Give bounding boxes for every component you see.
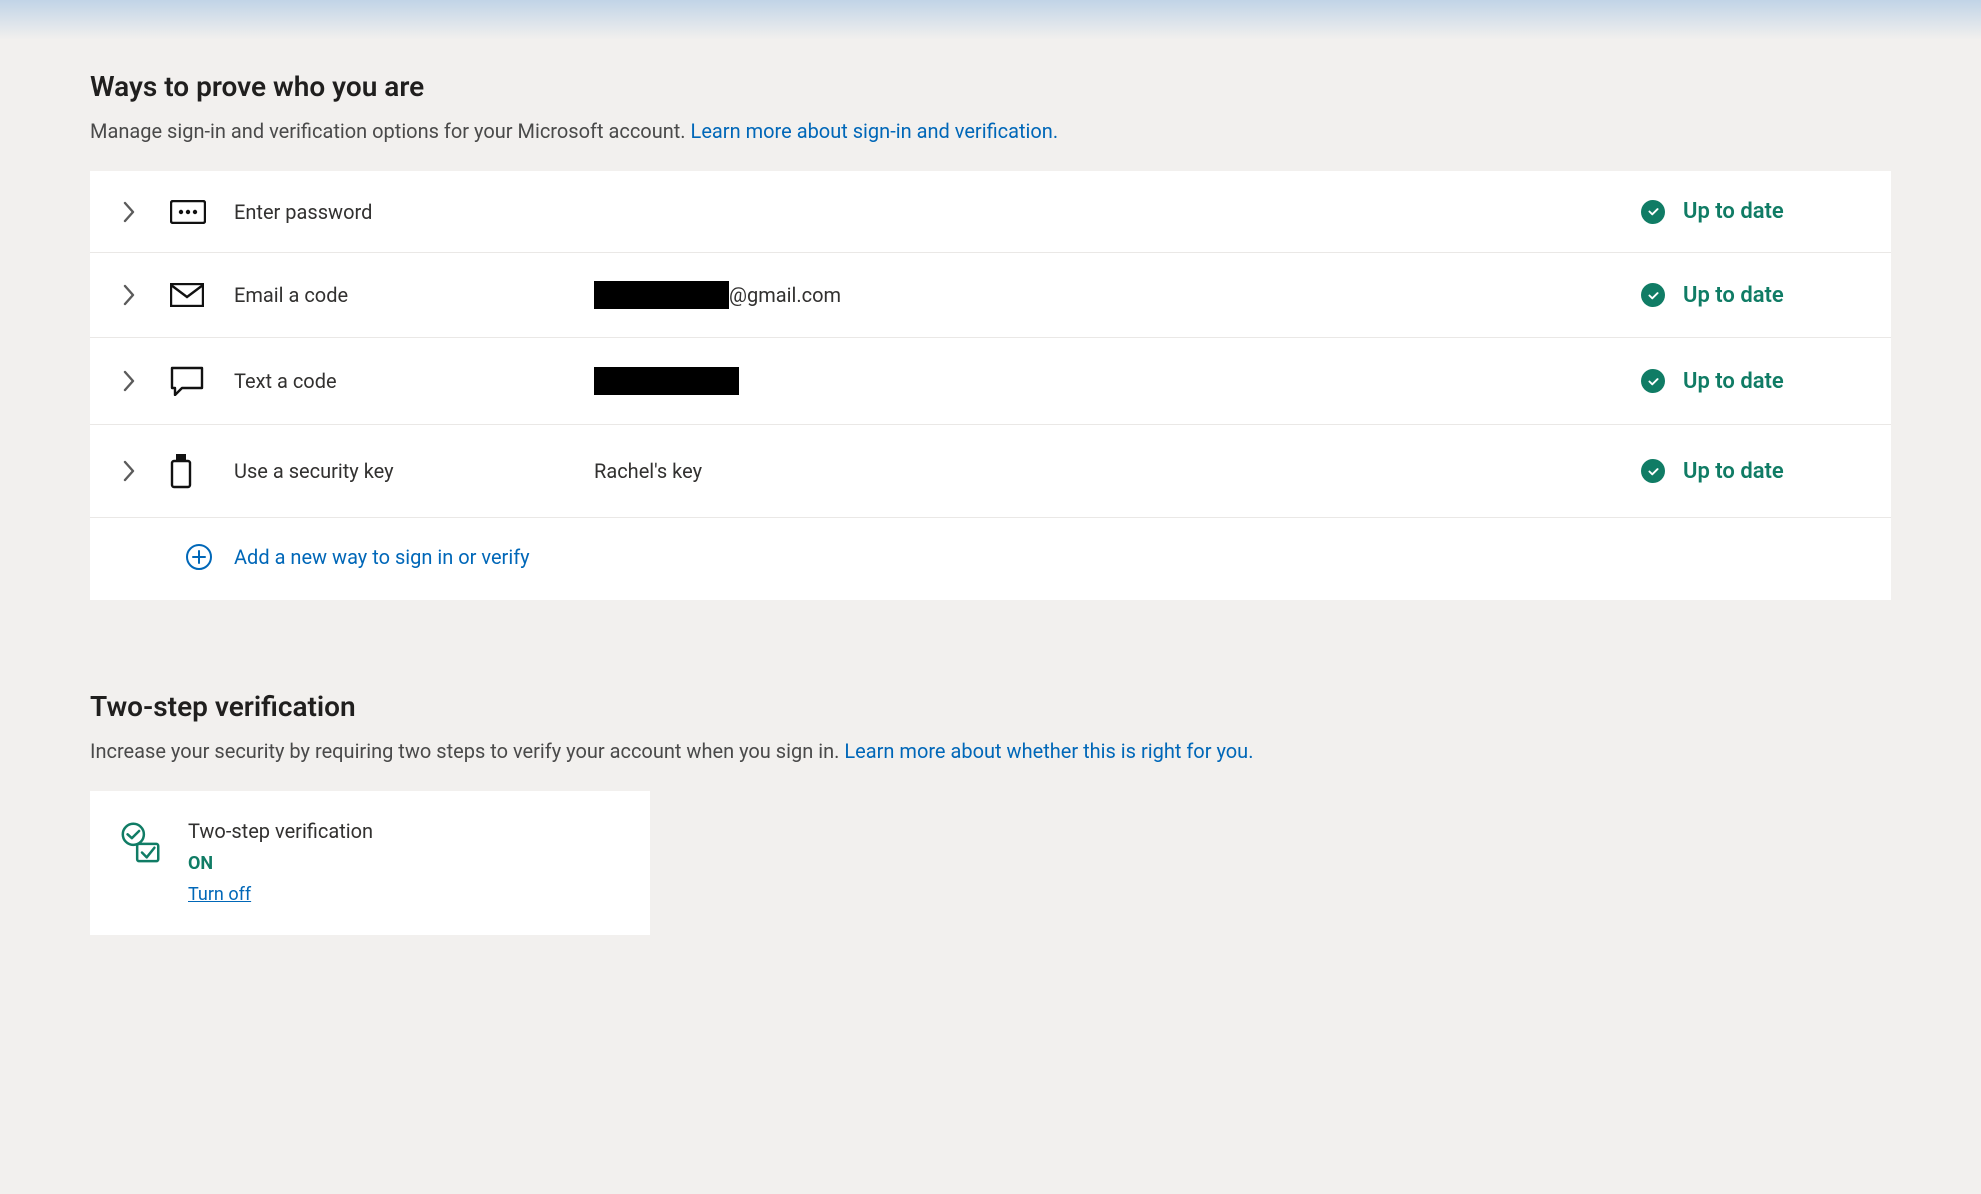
expand-chevron[interactable]	[122, 460, 170, 482]
two-step-state: ON	[188, 853, 373, 874]
two-step-subtitle: Increase your security by requiring two …	[90, 739, 1891, 763]
signin-methods-list: Enter password Up to date Email a	[90, 171, 1891, 600]
method-row-email[interactable]: Email a code @gmail.com Up to date	[90, 253, 1891, 338]
password-icon	[170, 200, 206, 224]
shield-check-icon	[118, 819, 164, 865]
method-detail	[594, 367, 1641, 395]
chat-icon	[170, 366, 204, 396]
chevron-right-icon	[122, 284, 136, 306]
redacted-phone	[594, 367, 739, 395]
redacted-email	[594, 281, 729, 309]
method-label: Enter password	[234, 200, 594, 224]
method-row-password[interactable]: Enter password Up to date	[90, 171, 1891, 253]
status-check-icon	[1641, 369, 1665, 393]
security-key-name: Rachel's key	[594, 459, 702, 483]
method-label: Email a code	[234, 283, 594, 307]
method-row-text[interactable]: Text a code Up to date	[90, 338, 1891, 425]
learn-more-twostep-link[interactable]: Learn more about whether this is right f…	[844, 739, 1253, 763]
expand-chevron[interactable]	[122, 201, 170, 223]
usb-key-icon	[170, 453, 192, 489]
status-check-icon	[1641, 459, 1665, 483]
status-text: Up to date	[1683, 199, 1784, 224]
mail-icon	[170, 283, 204, 307]
chevron-right-icon	[122, 370, 136, 392]
two-step-turn-off-link[interactable]: Turn off	[188, 884, 373, 905]
expand-chevron[interactable]	[122, 284, 170, 306]
two-step-title: Two-step verification	[90, 690, 1891, 723]
add-signin-method-row[interactable]: Add a new way to sign in or verify	[90, 518, 1891, 600]
method-detail: Rachel's key	[594, 459, 1641, 483]
page-content: Ways to prove who you are Manage sign-in…	[0, 0, 1981, 995]
status-text: Up to date	[1683, 369, 1784, 394]
email-suffix: @gmail.com	[729, 283, 841, 307]
status-check-icon	[1641, 283, 1665, 307]
method-label: Use a security key	[234, 459, 594, 483]
ways-to-prove-subtitle: Manage sign-in and verification options …	[90, 119, 1891, 143]
two-step-card: Two-step verification ON Turn off	[90, 791, 650, 935]
method-detail: @gmail.com	[594, 281, 1641, 309]
ways-to-prove-title: Ways to prove who you are	[90, 70, 1891, 103]
learn-more-signin-link[interactable]: Learn more about sign-in and verificatio…	[691, 119, 1059, 143]
ways-to-prove-subtitle-text: Manage sign-in and verification options …	[90, 119, 691, 143]
status-check-icon	[1641, 200, 1665, 224]
add-signin-method-label: Add a new way to sign in or verify	[234, 545, 530, 569]
method-label: Text a code	[234, 369, 594, 393]
two-step-card-title: Two-step verification	[188, 819, 373, 843]
status-text: Up to date	[1683, 459, 1784, 484]
chevron-right-icon	[122, 460, 136, 482]
expand-chevron[interactable]	[122, 370, 170, 392]
status-text: Up to date	[1683, 283, 1784, 308]
method-row-security-key[interactable]: Use a security key Rachel's key Up to da…	[90, 425, 1891, 518]
chevron-right-icon	[122, 201, 136, 223]
plus-circle-icon	[186, 544, 212, 570]
two-step-subtitle-text: Increase your security by requiring two …	[90, 739, 844, 763]
